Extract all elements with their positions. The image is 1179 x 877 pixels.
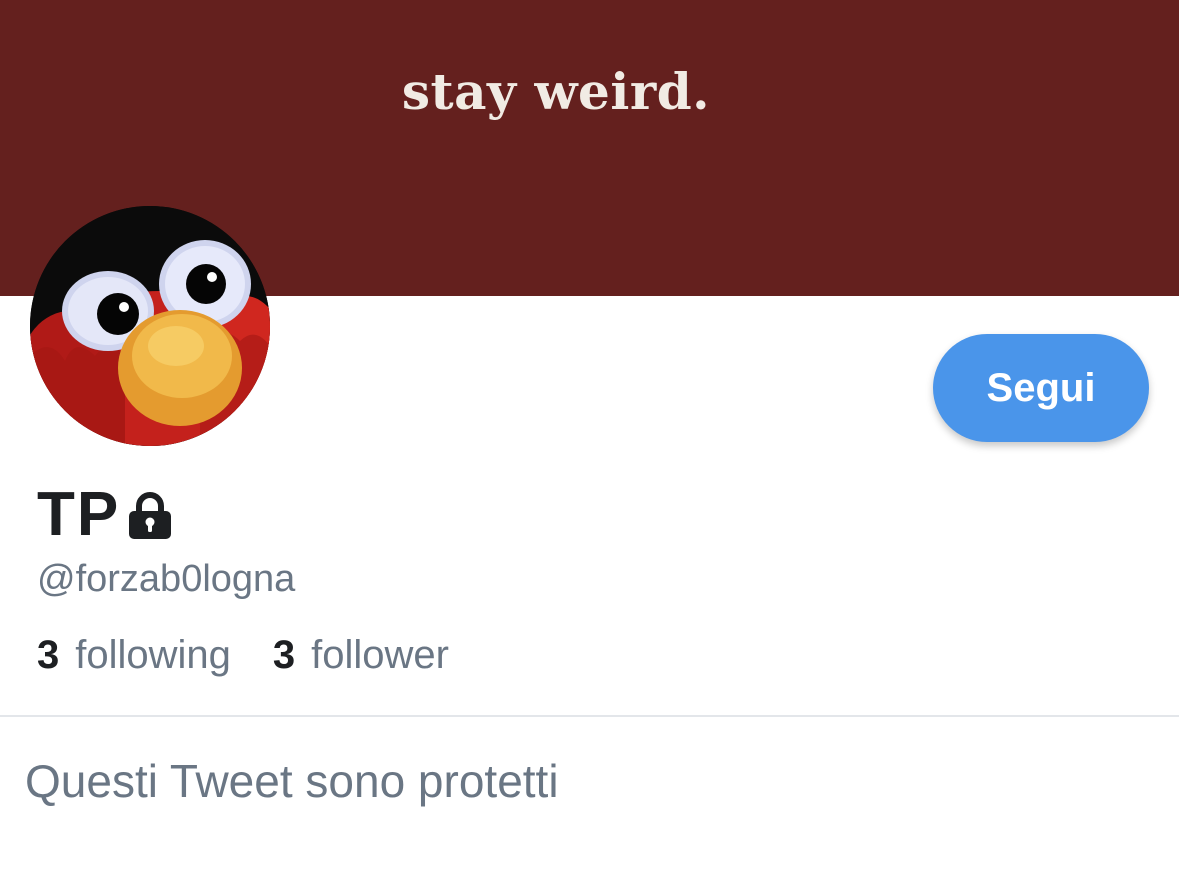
profile-page: stay weird. Segui TP @forzab0logna 3 fol… xyxy=(0,0,1179,877)
follower-count: 3 xyxy=(272,633,296,677)
followers-link[interactable]: 3 follower xyxy=(273,628,449,682)
name-row: TP xyxy=(37,480,174,550)
profile-stats: 3 following 3 follower xyxy=(37,628,449,682)
following-count: 3 xyxy=(37,633,60,677)
following-label: following xyxy=(75,633,231,677)
lock-icon xyxy=(126,491,174,546)
follower-label: follower xyxy=(311,633,449,677)
following-link[interactable]: 3 following xyxy=(37,628,231,682)
protected-tweets-message: Questi Tweet sono protetti xyxy=(25,755,559,807)
divider xyxy=(0,715,1179,717)
avatar[interactable] xyxy=(30,206,270,446)
elmo-avatar-icon xyxy=(30,206,270,446)
follow-button[interactable]: Segui xyxy=(933,334,1149,442)
display-name: TP xyxy=(37,480,121,549)
banner-text: stay weird. xyxy=(401,62,711,121)
user-handle: @forzab0logna xyxy=(37,558,296,600)
